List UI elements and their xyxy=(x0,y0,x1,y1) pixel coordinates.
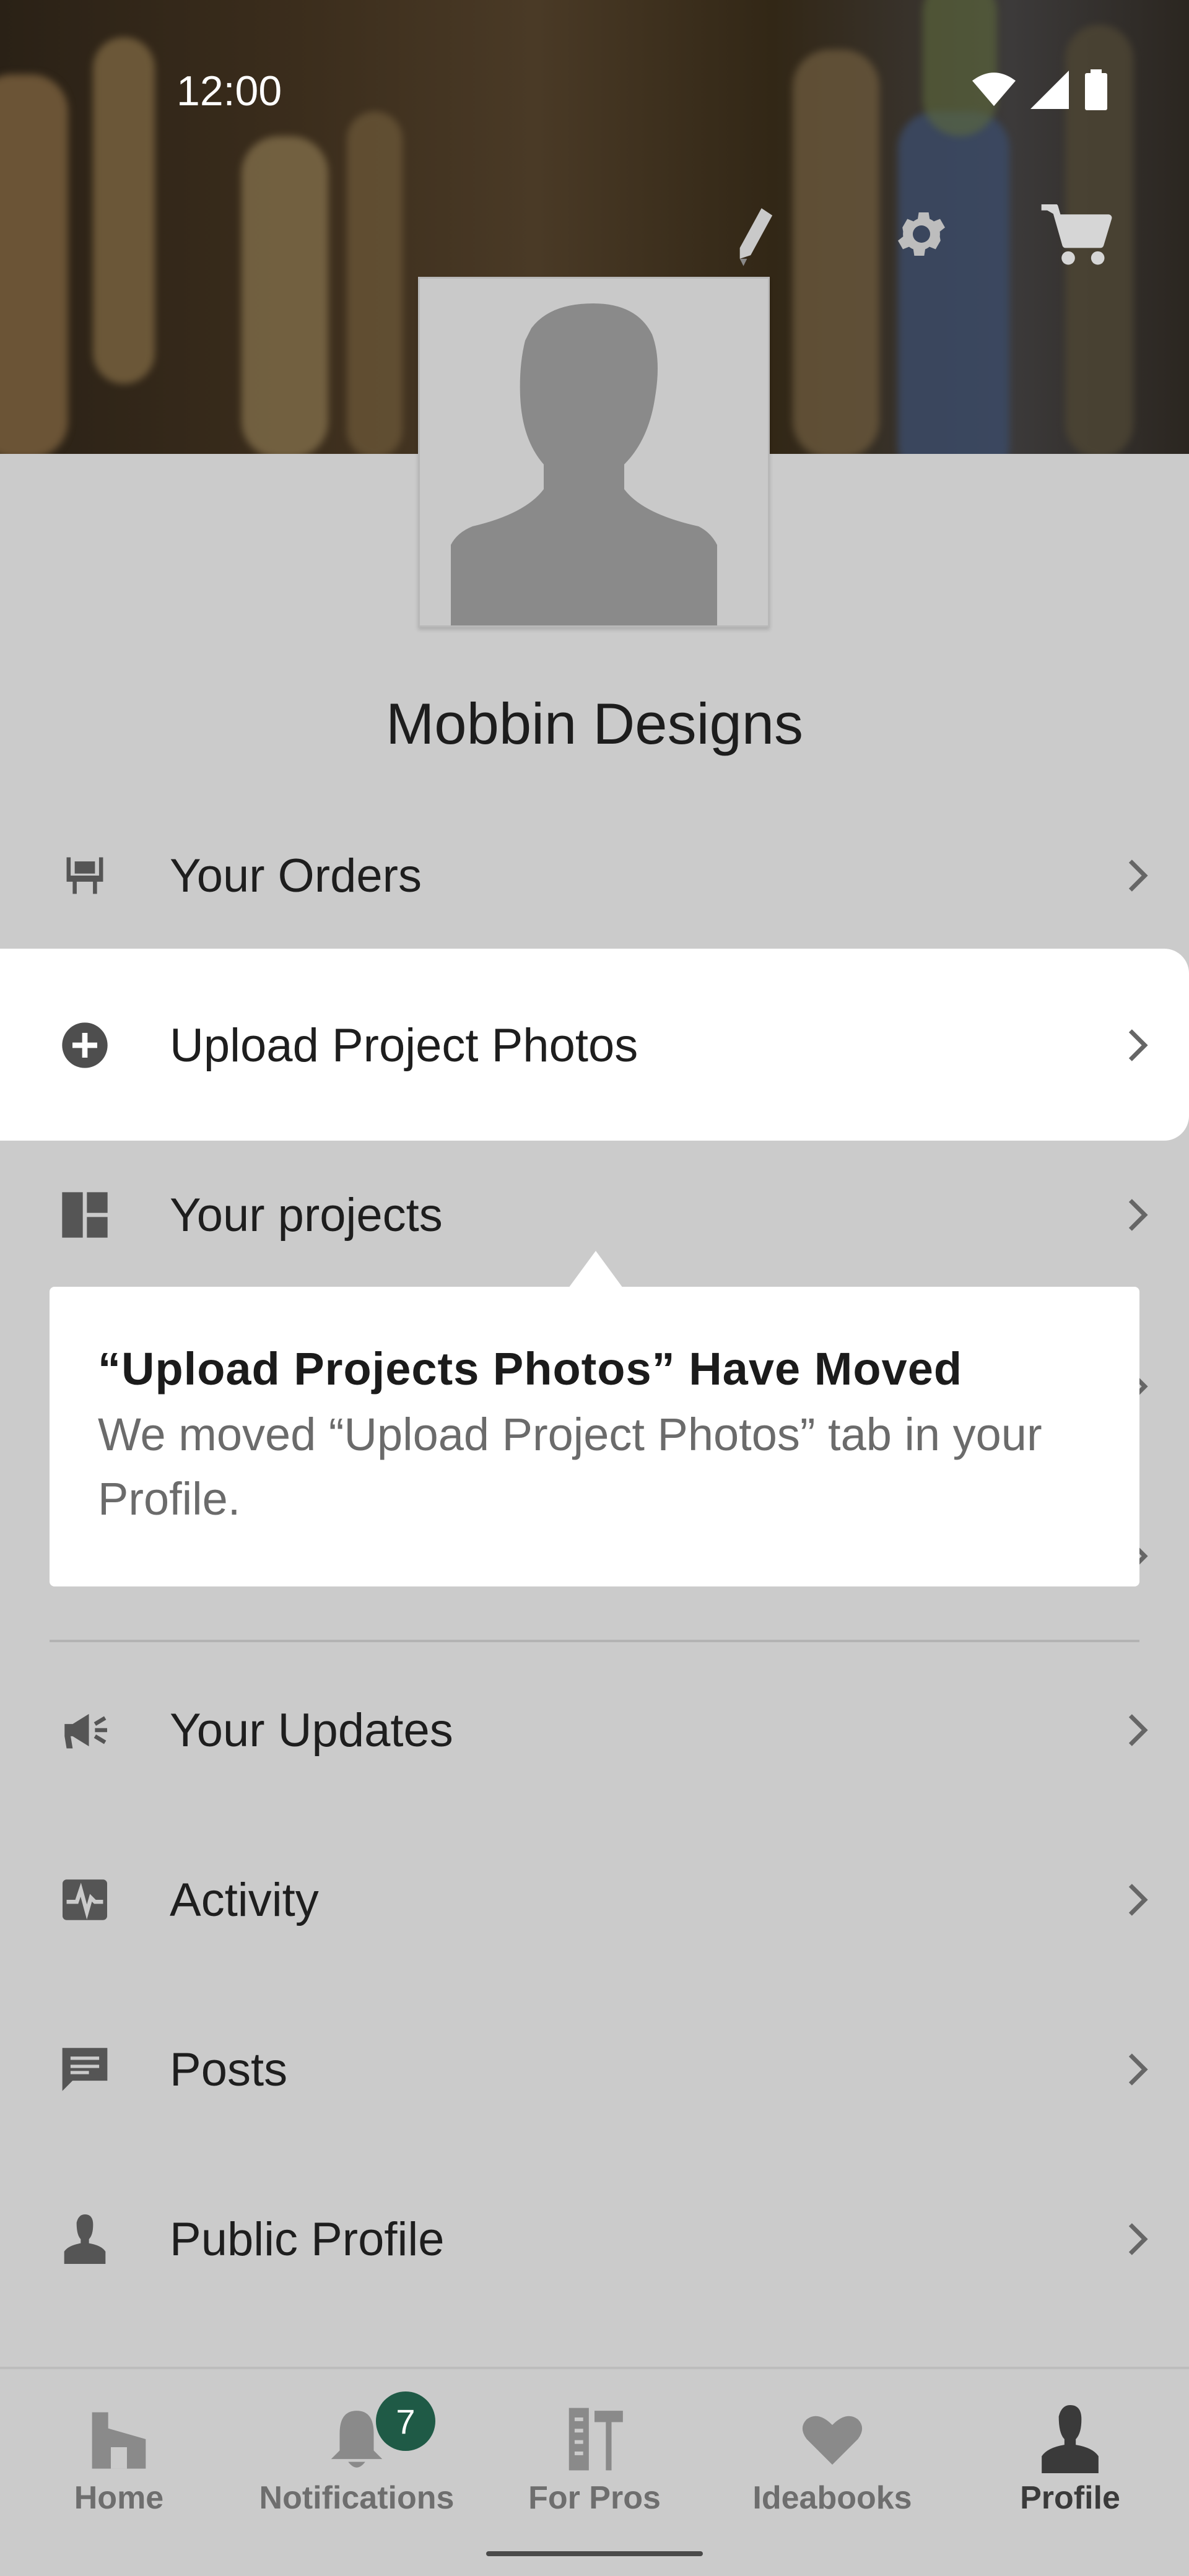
megaphone-icon xyxy=(59,1704,111,1756)
nav-label: Home xyxy=(74,2480,164,2516)
gear-icon[interactable] xyxy=(892,204,951,267)
menu-item-label: Public Profile xyxy=(170,2213,445,2266)
signal-icon xyxy=(1030,71,1069,109)
person-icon xyxy=(59,2213,111,2265)
menu-item-public-profile[interactable]: Public Profile xyxy=(0,2177,1189,2301)
chevron-right-icon xyxy=(1128,2223,1148,2255)
profile-name: Mobbin Designs xyxy=(385,691,804,756)
pencil-icon[interactable] xyxy=(733,204,776,269)
wifi-icon xyxy=(972,72,1016,107)
chevron-right-icon xyxy=(1128,1884,1148,1916)
nav-label: Profile xyxy=(1020,2480,1120,2516)
chevron-right-icon xyxy=(1128,859,1148,892)
status-time: 12:00 xyxy=(176,67,282,115)
heart-icon xyxy=(792,2399,873,2479)
menu-item-label: Your projects xyxy=(170,1188,443,1242)
menu-item-label: Posts xyxy=(170,2043,288,2096)
divider xyxy=(50,1640,1139,1642)
nav-item-home[interactable]: Home xyxy=(0,2369,238,2555)
tooltip-body: We moved “Upload Project Photos” tab in … xyxy=(98,1409,1042,1525)
home-indicator[interactable] xyxy=(486,2551,703,2556)
tools-icon xyxy=(554,2399,635,2479)
activity-icon xyxy=(59,1874,111,1926)
nav-item-notifications[interactable]: 7 Notifications xyxy=(238,2369,476,2555)
add-circle-icon xyxy=(59,1019,111,1071)
chevron-right-icon xyxy=(1128,1714,1148,1746)
avatar[interactable] xyxy=(418,277,770,627)
bottom-navigation: Home 7 Notifications For Pros Ideabooks … xyxy=(0,2367,1189,2576)
menu-item-your-updates[interactable]: Your Updates xyxy=(0,1668,1189,1792)
menu-item-your-orders[interactable]: Your Orders xyxy=(0,814,1189,938)
battery-icon xyxy=(1085,69,1107,110)
menu-item-label: Your Orders xyxy=(170,849,422,902)
cart-icon[interactable] xyxy=(1040,203,1112,272)
tooltip[interactable]: “Upload Projects Photos” Have Moved We m… xyxy=(50,1287,1139,1586)
tooltip-arrow xyxy=(568,1251,623,1288)
chat-icon xyxy=(59,2043,111,2095)
bell-icon: 7 xyxy=(316,2391,435,2479)
chevron-right-icon xyxy=(1128,1199,1148,1231)
nav-label: Notifications xyxy=(259,2480,455,2516)
person-icon xyxy=(1030,2399,1110,2479)
menu-item-label: Upload Project Photos xyxy=(170,1019,638,1072)
nav-item-profile[interactable]: Profile xyxy=(951,2369,1189,2555)
chevron-right-icon xyxy=(1128,1029,1148,1061)
nav-item-for-pros[interactable]: For Pros xyxy=(476,2369,713,2555)
dashboard-icon xyxy=(59,1189,111,1241)
status-icons xyxy=(972,69,1108,110)
menu-item-posts[interactable]: Posts xyxy=(0,2008,1189,2131)
nav-item-ideabooks[interactable]: Ideabooks xyxy=(713,2369,951,2555)
armchair-icon xyxy=(59,850,111,902)
menu-item-upload-project-photos[interactable]: Upload Project Photos xyxy=(0,983,1189,1107)
menu-item-label: Your Updates xyxy=(170,1704,453,1757)
notification-badge: 7 xyxy=(376,2391,435,2451)
tooltip-title: “Upload Projects Photos” Have Moved xyxy=(98,1343,963,1395)
person-silhouette-icon xyxy=(451,303,717,625)
menu-item-label: Activity xyxy=(170,1873,319,1926)
nav-label: For Pros xyxy=(528,2480,661,2516)
home-icon xyxy=(79,2399,159,2479)
menu-item-activity[interactable]: Activity xyxy=(0,1838,1189,1962)
chevron-right-icon xyxy=(1128,2053,1148,2086)
nav-label: Ideabooks xyxy=(752,2480,912,2516)
